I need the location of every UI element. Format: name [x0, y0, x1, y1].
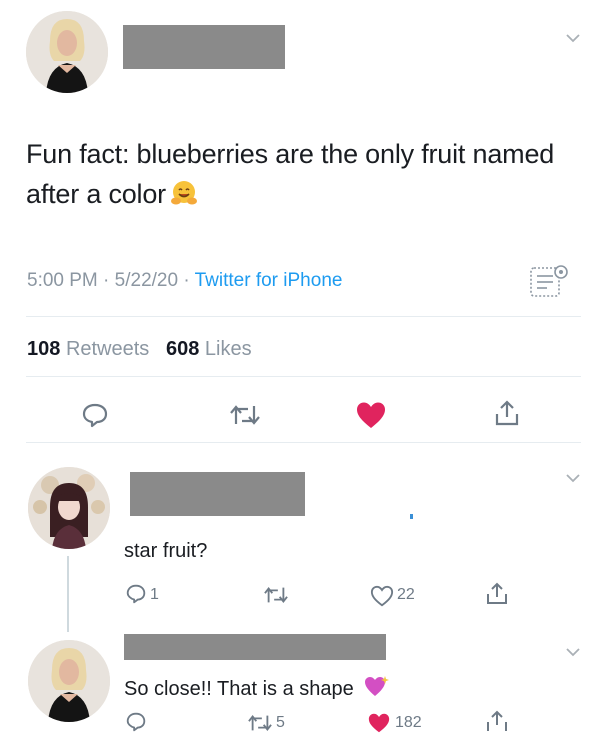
chevron-down-icon[interactable] — [565, 646, 581, 658]
like-heart-icon[interactable] — [355, 400, 387, 430]
retweet-icon[interactable] — [262, 583, 290, 607]
share-icon[interactable] — [484, 709, 510, 735]
reply-icon[interactable] — [124, 710, 148, 734]
tweet-text: Fun fact: blueberries are the only fruit… — [26, 134, 586, 214]
reply-text: star fruit? — [124, 540, 208, 562]
divider — [26, 376, 581, 377]
retweet-icon[interactable] — [228, 400, 262, 430]
share-icon[interactable] — [484, 581, 510, 607]
retweets-count: 108 — [27, 338, 61, 360]
tweet-stats: 108 Retweets 608 Likes — [27, 338, 252, 361]
like-count: 22 — [397, 586, 415, 603]
redacted-author-name — [123, 25, 285, 69]
tweet-source-link[interactable]: Twitter for iPhone — [195, 270, 343, 291]
reply-icon[interactable] — [80, 400, 110, 430]
analytics-icon[interactable] — [527, 262, 571, 300]
like-count: 182 — [395, 714, 422, 731]
like-heart-icon[interactable] — [366, 711, 392, 735]
reply-count: 1 — [150, 586, 159, 603]
redacted-reply-author-name — [130, 472, 305, 516]
reply-icon[interactable] — [124, 582, 148, 606]
tweet-date: 5/22/20 — [114, 270, 179, 291]
retweet-icon[interactable] — [246, 711, 274, 735]
tweet-meta: 5:00 PM · 5/22/20 · Twitter for iPhone — [27, 270, 343, 291]
share-icon[interactable] — [492, 398, 522, 428]
retweets-label: Retweets — [65, 338, 150, 360]
author-reply-avatar[interactable] — [28, 640, 110, 722]
retweets-stat[interactable]: 108 Retweets — [27, 338, 149, 360]
blue-dot — [410, 514, 413, 519]
tweet-time: 5:00 PM — [27, 270, 98, 291]
like-heart-outline-icon[interactable] — [369, 584, 395, 608]
likes-stat[interactable]: 608 Likes — [166, 338, 252, 360]
chevron-down-icon[interactable] — [565, 472, 581, 484]
hugging-face-emoji-icon — [170, 178, 198, 206]
reply-avatar[interactable] — [28, 467, 110, 549]
author-avatar[interactable] — [26, 11, 108, 93]
redacted-reply-author-name — [124, 634, 386, 660]
sparkling-heart-emoji-icon — [363, 674, 390, 698]
divider — [26, 442, 581, 443]
chevron-down-icon[interactable] — [565, 32, 581, 44]
retweet-count: 5 — [276, 714, 285, 731]
likes-count: 608 — [165, 338, 200, 360]
reply-text: So close!! That is a shape — [124, 674, 390, 701]
reply-text-content: So close!! That is a shape — [124, 678, 354, 700]
thread-line — [67, 556, 69, 632]
likes-label: Likes — [204, 338, 252, 360]
divider — [26, 316, 581, 317]
tweet-text-content: Fun fact: blueberries are the only fruit… — [26, 139, 555, 209]
